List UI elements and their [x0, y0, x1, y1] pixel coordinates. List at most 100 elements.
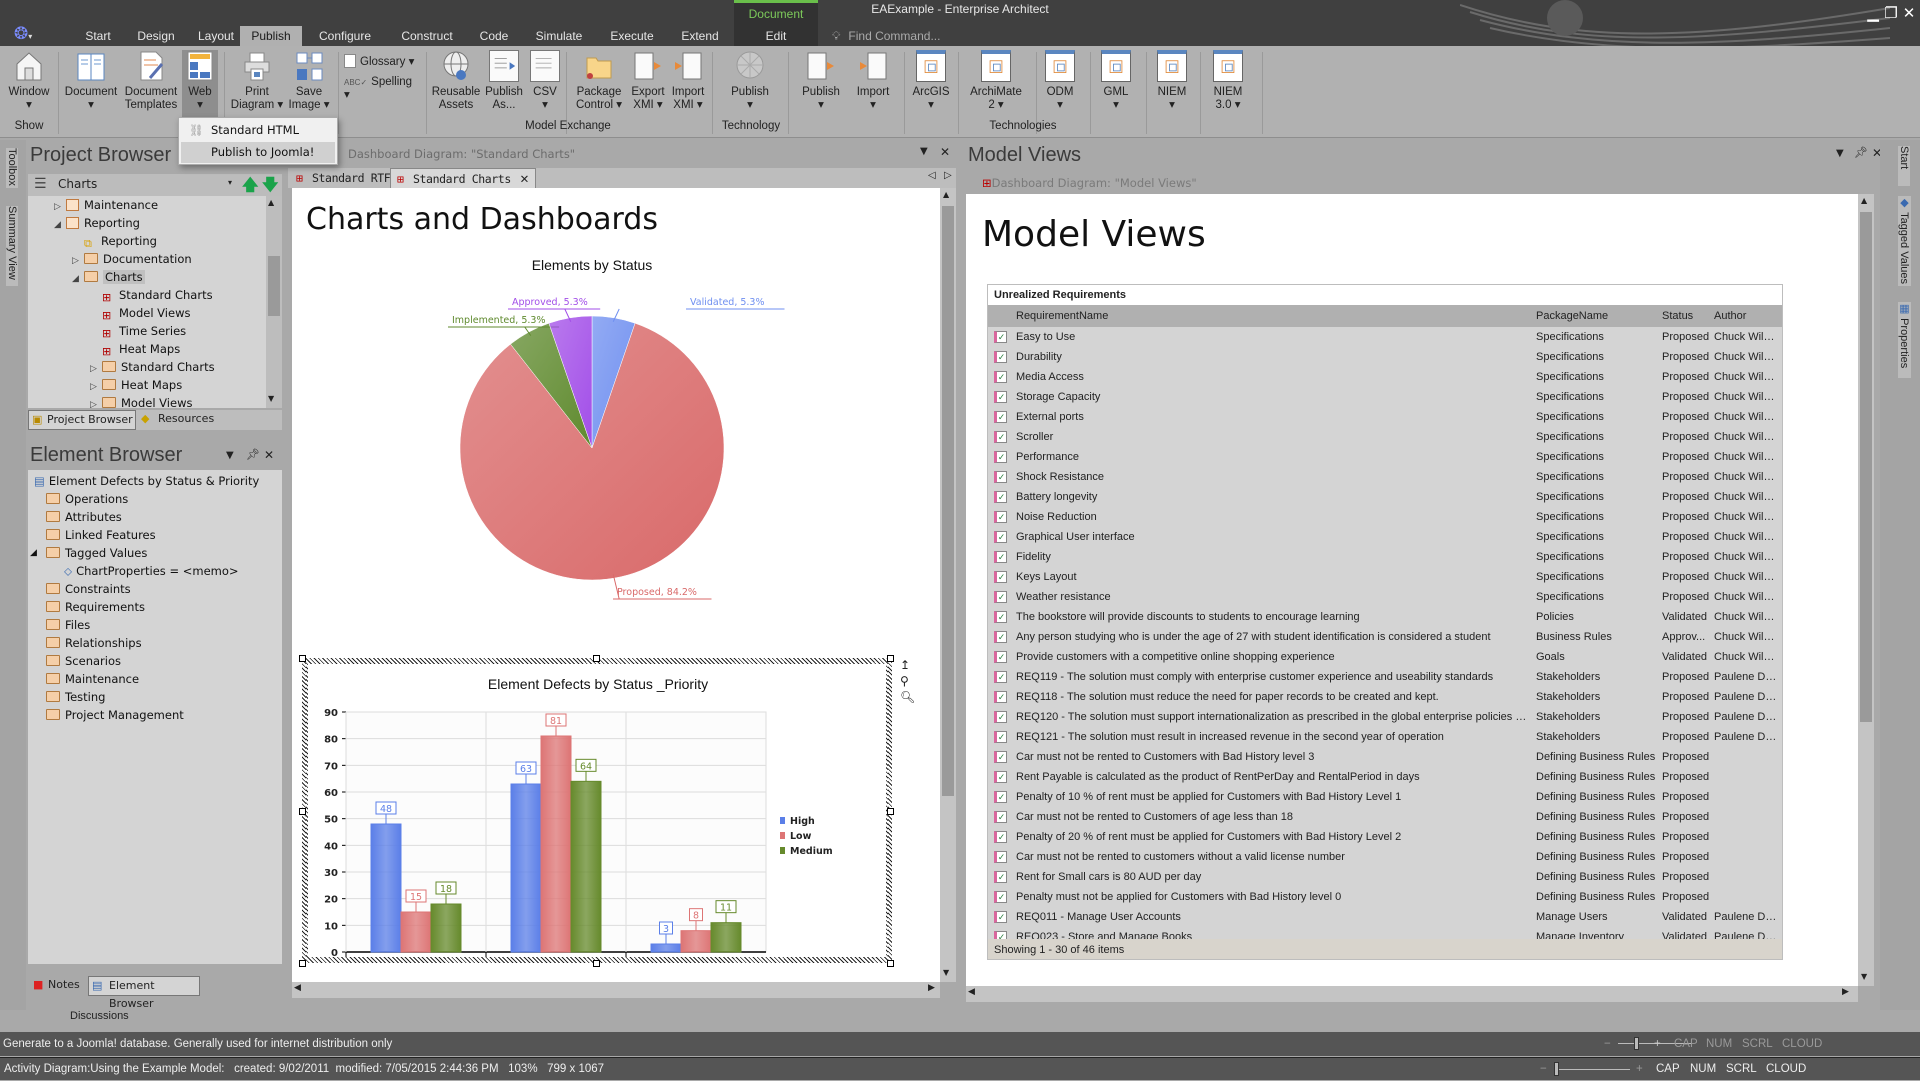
column-header[interactable]: PackageName — [1536, 305, 1608, 327]
table-row[interactable]: ✓ Graphical User interface Specifications P… — [988, 527, 1782, 547]
table-row[interactable]: ✓ Keys Layout Specifications Proposed Chuck … — [988, 567, 1782, 587]
expand-toggle-icon[interactable]: ◢ — [54, 216, 66, 234]
tab-discussions[interactable]: Discussions — [60, 1006, 140, 1026]
scroll-down-icon[interactable]: ▼ — [268, 394, 274, 403]
tree-item[interactable]: ▷ Documentation — [72, 250, 192, 268]
tree-item[interactable]: ▷ Model Views — [90, 394, 192, 408]
table-row[interactable]: ✓ Car must not be rented to Customers of … — [988, 807, 1782, 827]
reusable-assets-button[interactable]: Reusable Assets — [428, 50, 484, 120]
spelling-button[interactable]: ABC✓ Spelling ▾ — [344, 76, 420, 101]
tree-item[interactable]: Testing — [46, 688, 105, 706]
tree-root[interactable]: ▤ Element Defects by Status & Priority — [34, 472, 259, 490]
menu-tab-simulate[interactable]: Simulate — [528, 26, 590, 46]
import-xmi-button[interactable]: Import XMI ▾ — [668, 50, 708, 120]
tree-item[interactable]: ⧉ Reporting — [72, 232, 157, 250]
scroll-right-icon[interactable]: ▶ — [1842, 987, 1849, 997]
bar-high-verified[interactable] — [650, 943, 682, 953]
table-row[interactable]: ✓ Shock Resistance Specifications Proposed C… — [988, 467, 1782, 487]
tree-item[interactable]: ⬦ ChartProperties = <memo> — [64, 562, 239, 580]
resize-handle[interactable] — [299, 808, 306, 815]
tree-item[interactable]: ⊞ Heat Maps — [90, 340, 180, 358]
table-row[interactable]: ✓ Battery longevity Specifications Proposed… — [988, 487, 1782, 507]
zoom-slider[interactable] — [1556, 1069, 1630, 1070]
menu-tab-extend[interactable]: Extend — [672, 26, 728, 46]
table-row[interactable]: ✓ REQ118 - The solution must reduce the n… — [988, 687, 1782, 707]
bar-high-new[interactable] — [510, 783, 542, 953]
column-header[interactable]: RequirementName — [1016, 305, 1108, 327]
resize-handle[interactable] — [887, 655, 894, 662]
tree-item[interactable]: Maintenance — [46, 670, 139, 688]
scroll-thumb[interactable] — [942, 206, 954, 796]
model-views-hscroll[interactable]: ◀ ▶ — [966, 986, 1858, 1002]
model-views-vscroll[interactable]: ▲ ▼ — [1858, 194, 1874, 986]
zoom-out-button[interactable]: − — [1540, 1058, 1547, 1081]
tree-item[interactable]: Attributes — [46, 508, 122, 526]
table-row[interactable]: ✓ REQ023 - Store and Manage Books Manage I… — [988, 927, 1782, 939]
pin-icon[interactable]: 📌︎ — [1854, 146, 1868, 159]
tab-standard-charts[interactable]: ⊞ Standard Charts ✕ — [390, 168, 536, 188]
menu-item-publish-to-joomla[interactable]: Publish to Joomla! — [181, 142, 335, 163]
zoom-slider-thumb[interactable] — [1554, 1062, 1559, 1076]
table-row[interactable]: ✓ REQ120 - The solution must support inte… — [988, 707, 1782, 727]
dock-tab-properties[interactable]: ▦ Properties — [1898, 302, 1911, 378]
gml-button[interactable]: GML ▾ — [1096, 50, 1136, 120]
table-row[interactable]: ✓ Durability Specifications Proposed Chuck W… — [988, 347, 1782, 367]
tree-item[interactable]: ⊞ Time Series — [90, 322, 186, 340]
web-button[interactable]: Web ▾ — [182, 50, 218, 120]
zoom-in-button[interactable]: + — [1654, 1032, 1661, 1056]
publish-technology-button[interactable]: Publish ▾ — [724, 50, 776, 120]
resize-handle[interactable] — [593, 960, 600, 967]
tab-element-browser[interactable]: ▤ Element Browser — [88, 976, 200, 1010]
scroll-down-icon[interactable]: ▼ — [943, 968, 949, 977]
table-row[interactable]: ✓ Weather resistance Specifications Propose… — [988, 587, 1782, 607]
table-row[interactable]: ✓ Fidelity Specifications Proposed Chuck Wil… — [988, 547, 1782, 567]
table-row[interactable]: ✓ REQ121 - The solution must result in in… — [988, 727, 1782, 747]
table-row[interactable]: ✓ Penalty of 20 % of rent must be applied… — [988, 827, 1782, 847]
document-templates-button[interactable]: Document Templates — [120, 50, 182, 120]
scroll-up-icon[interactable]: ▲ — [1861, 196, 1867, 205]
table-row[interactable]: ✓ Media Access Specifications Proposed Chuck… — [988, 367, 1782, 387]
find-command-input[interactable]: 💡︎ Find Command... — [832, 26, 940, 46]
menu-tab-design[interactable]: Design — [126, 26, 186, 46]
scroll-up-icon[interactable]: ▲ — [268, 198, 274, 207]
column-header[interactable]: Status — [1662, 305, 1693, 327]
bar-chart-frame[interactable]: Element Defects by Status _Priority 0 10 20… — [302, 658, 892, 963]
zoom-icon[interactable]: 🔍︎ — [900, 690, 915, 704]
bar-low-new[interactable] — [540, 735, 572, 953]
bar-medium-verified[interactable] — [710, 922, 742, 953]
table-row[interactable]: ✓ Any person studying who is under the ag… — [988, 627, 1782, 647]
chevron-down-icon[interactable]: ▼ — [920, 146, 928, 157]
tree-item[interactable]: Constraints — [46, 580, 131, 598]
table-row[interactable]: ✓ REQ119 - The solution must comply with … — [988, 667, 1782, 687]
menu-tab-code[interactable]: Code — [472, 26, 516, 46]
restore-button[interactable]: ❐ — [1882, 4, 1900, 22]
publish-button[interactable]: Publish ▾ — [796, 50, 846, 120]
tab-project-browser[interactable]: ▣ Project Browser — [28, 410, 136, 430]
chevron-down-icon[interactable]: ▼ — [1836, 148, 1844, 159]
menu-tab-publish[interactable]: Publish — [240, 26, 302, 46]
tree-item[interactable]: Files — [46, 616, 90, 634]
table-row[interactable]: ✓ Scroller Specifications Proposed Chuck Wil… — [988, 427, 1782, 447]
table-row[interactable]: ✓ Penalty of 10 % of rent must be applied… — [988, 787, 1782, 807]
menu-tab-start[interactable]: Start — [70, 26, 126, 46]
menu-tab-configure[interactable]: Configure — [312, 26, 378, 46]
table-row[interactable]: ✓ Rent Payable is calculated as the produ… — [988, 767, 1782, 787]
tree-item[interactable]: ◢ Tagged Values — [30, 544, 147, 562]
table-row[interactable]: ✓ Car must not be rented to Customers wit… — [988, 747, 1782, 767]
arcgis-button[interactable]: ArcGIS ▾ — [908, 50, 954, 120]
window-button[interactable]: Window ▾ — [4, 50, 54, 120]
niem3-button[interactable]: NIEM 3.0 ▾ — [1206, 50, 1250, 120]
tree-item[interactable]: Operations — [46, 490, 128, 508]
expand-toggle-icon[interactable]: ◢ — [30, 544, 37, 562]
package-control-button[interactable]: Package Control ▾ — [570, 50, 628, 120]
table-row[interactable]: ✓ Provide customers with a competitive on… — [988, 647, 1782, 667]
tree-item[interactable]: ▷ Standard Charts — [90, 358, 215, 376]
dock-tab-toolbox[interactable]: Toolbox — [6, 148, 18, 188]
diagram-hscroll[interactable]: ◀ ▶ — [292, 982, 940, 998]
scroll-thumb[interactable] — [1860, 212, 1872, 722]
bar-chart[interactable]: Element Defects by Status _Priority 0 10 20… — [308, 664, 886, 957]
hamburger-menu-icon[interactable]: ☰ — [34, 176, 47, 192]
diagram-canvas[interactable]: Charts and Dashboards Elements by Status… — [292, 188, 940, 982]
table-row[interactable]: ✓ REQ011 - Manage User Accounts Manage Use… — [988, 907, 1782, 927]
pin-icon[interactable]: 📌︎ — [246, 448, 260, 461]
